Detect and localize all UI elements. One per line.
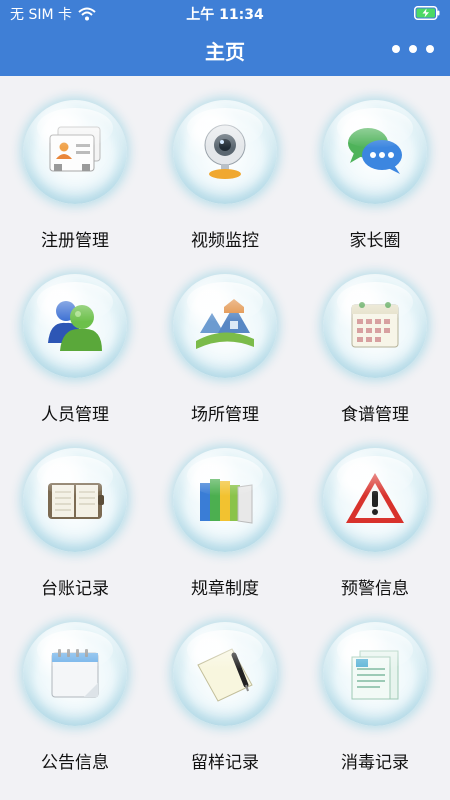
icon-bubble <box>323 100 427 204</box>
chat-bubbles-icon <box>348 128 402 174</box>
icon-bubble <box>323 448 427 552</box>
webcam-icon <box>204 124 246 179</box>
menu-item-label: 视频监控 <box>191 231 259 251</box>
page-title: 主页 <box>205 40 245 64</box>
calendar-icon <box>351 302 399 348</box>
icon-bubble <box>23 100 127 204</box>
menu-item-ledger-records[interactable]: 台账记录 <box>0 424 150 599</box>
menu-item-label: 留样记录 <box>191 753 259 773</box>
clock: 上午 11:34 <box>186 7 264 23</box>
top-bar: 无 SIM 卡 上午 11:34 主页 <box>0 0 450 76</box>
menu-item-sample-records[interactable]: 留样记录 <box>150 598 300 773</box>
menu-item-label: 台账记录 <box>41 579 109 599</box>
more-dot-icon <box>409 45 417 53</box>
icon-bubble <box>173 622 277 726</box>
icon-bubble <box>323 622 427 726</box>
icon-bubble <box>23 274 127 378</box>
battery-charging-icon <box>414 6 440 20</box>
menu-item-label: 预警信息 <box>341 579 409 599</box>
more-dot-icon <box>392 45 400 53</box>
icon-bubble <box>173 274 277 378</box>
icon-bubble <box>173 448 277 552</box>
menu-item-disinfection-records[interactable]: 消毒记录 <box>300 598 450 773</box>
status-bar: 无 SIM 卡 上午 11:34 <box>0 0 450 26</box>
id-card-icon <box>49 126 101 172</box>
menu-item-label: 人员管理 <box>41 405 109 425</box>
menu-item-label: 消毒记录 <box>341 753 409 773</box>
menu-item-label: 规章制度 <box>191 579 259 599</box>
warning-icon <box>346 473 404 523</box>
menu-item-label: 公告信息 <box>41 753 109 773</box>
menu-item-label: 食谱管理 <box>341 405 409 425</box>
menu-item-announcements[interactable]: 公告信息 <box>0 598 150 773</box>
binders-icon <box>200 479 253 524</box>
planner-book-icon <box>48 483 104 519</box>
document-icon <box>351 650 399 700</box>
people-icon <box>48 301 102 351</box>
menu-item-label: 场所管理 <box>191 405 259 425</box>
icon-bubble <box>23 448 127 552</box>
house-icon <box>196 299 254 349</box>
menu-item-warnings[interactable]: 预警信息 <box>300 424 450 599</box>
menu-item-registration[interactable]: 注册管理 <box>0 76 150 251</box>
menu-item-parents-circle[interactable]: 家长圈 <box>300 76 450 251</box>
menu-item-recipes[interactable]: 食谱管理 <box>300 250 450 425</box>
menu-item-personnel[interactable]: 人员管理 <box>0 250 150 425</box>
notepad-icon <box>51 649 99 698</box>
notebook-pen-icon <box>197 648 253 702</box>
icon-bubble <box>23 622 127 726</box>
menu-item-label: 注册管理 <box>41 231 109 251</box>
menu-item-video-monitoring[interactable]: 视频监控 <box>150 76 300 251</box>
icon-bubble <box>173 100 277 204</box>
more-dot-icon <box>426 45 434 53</box>
menu-item-venues[interactable]: 场所管理 <box>150 250 300 425</box>
icon-bubble <box>323 274 427 378</box>
menu-item-label: 家长圈 <box>349 231 401 251</box>
menu-item-regulations[interactable]: 规章制度 <box>150 424 300 599</box>
module-grid: 注册管理 视频监控 家长圈 人员管理 场所管理 食谱管理 台账记录 规章制度 预… <box>0 76 450 800</box>
more-options-button[interactable] <box>392 38 434 60</box>
